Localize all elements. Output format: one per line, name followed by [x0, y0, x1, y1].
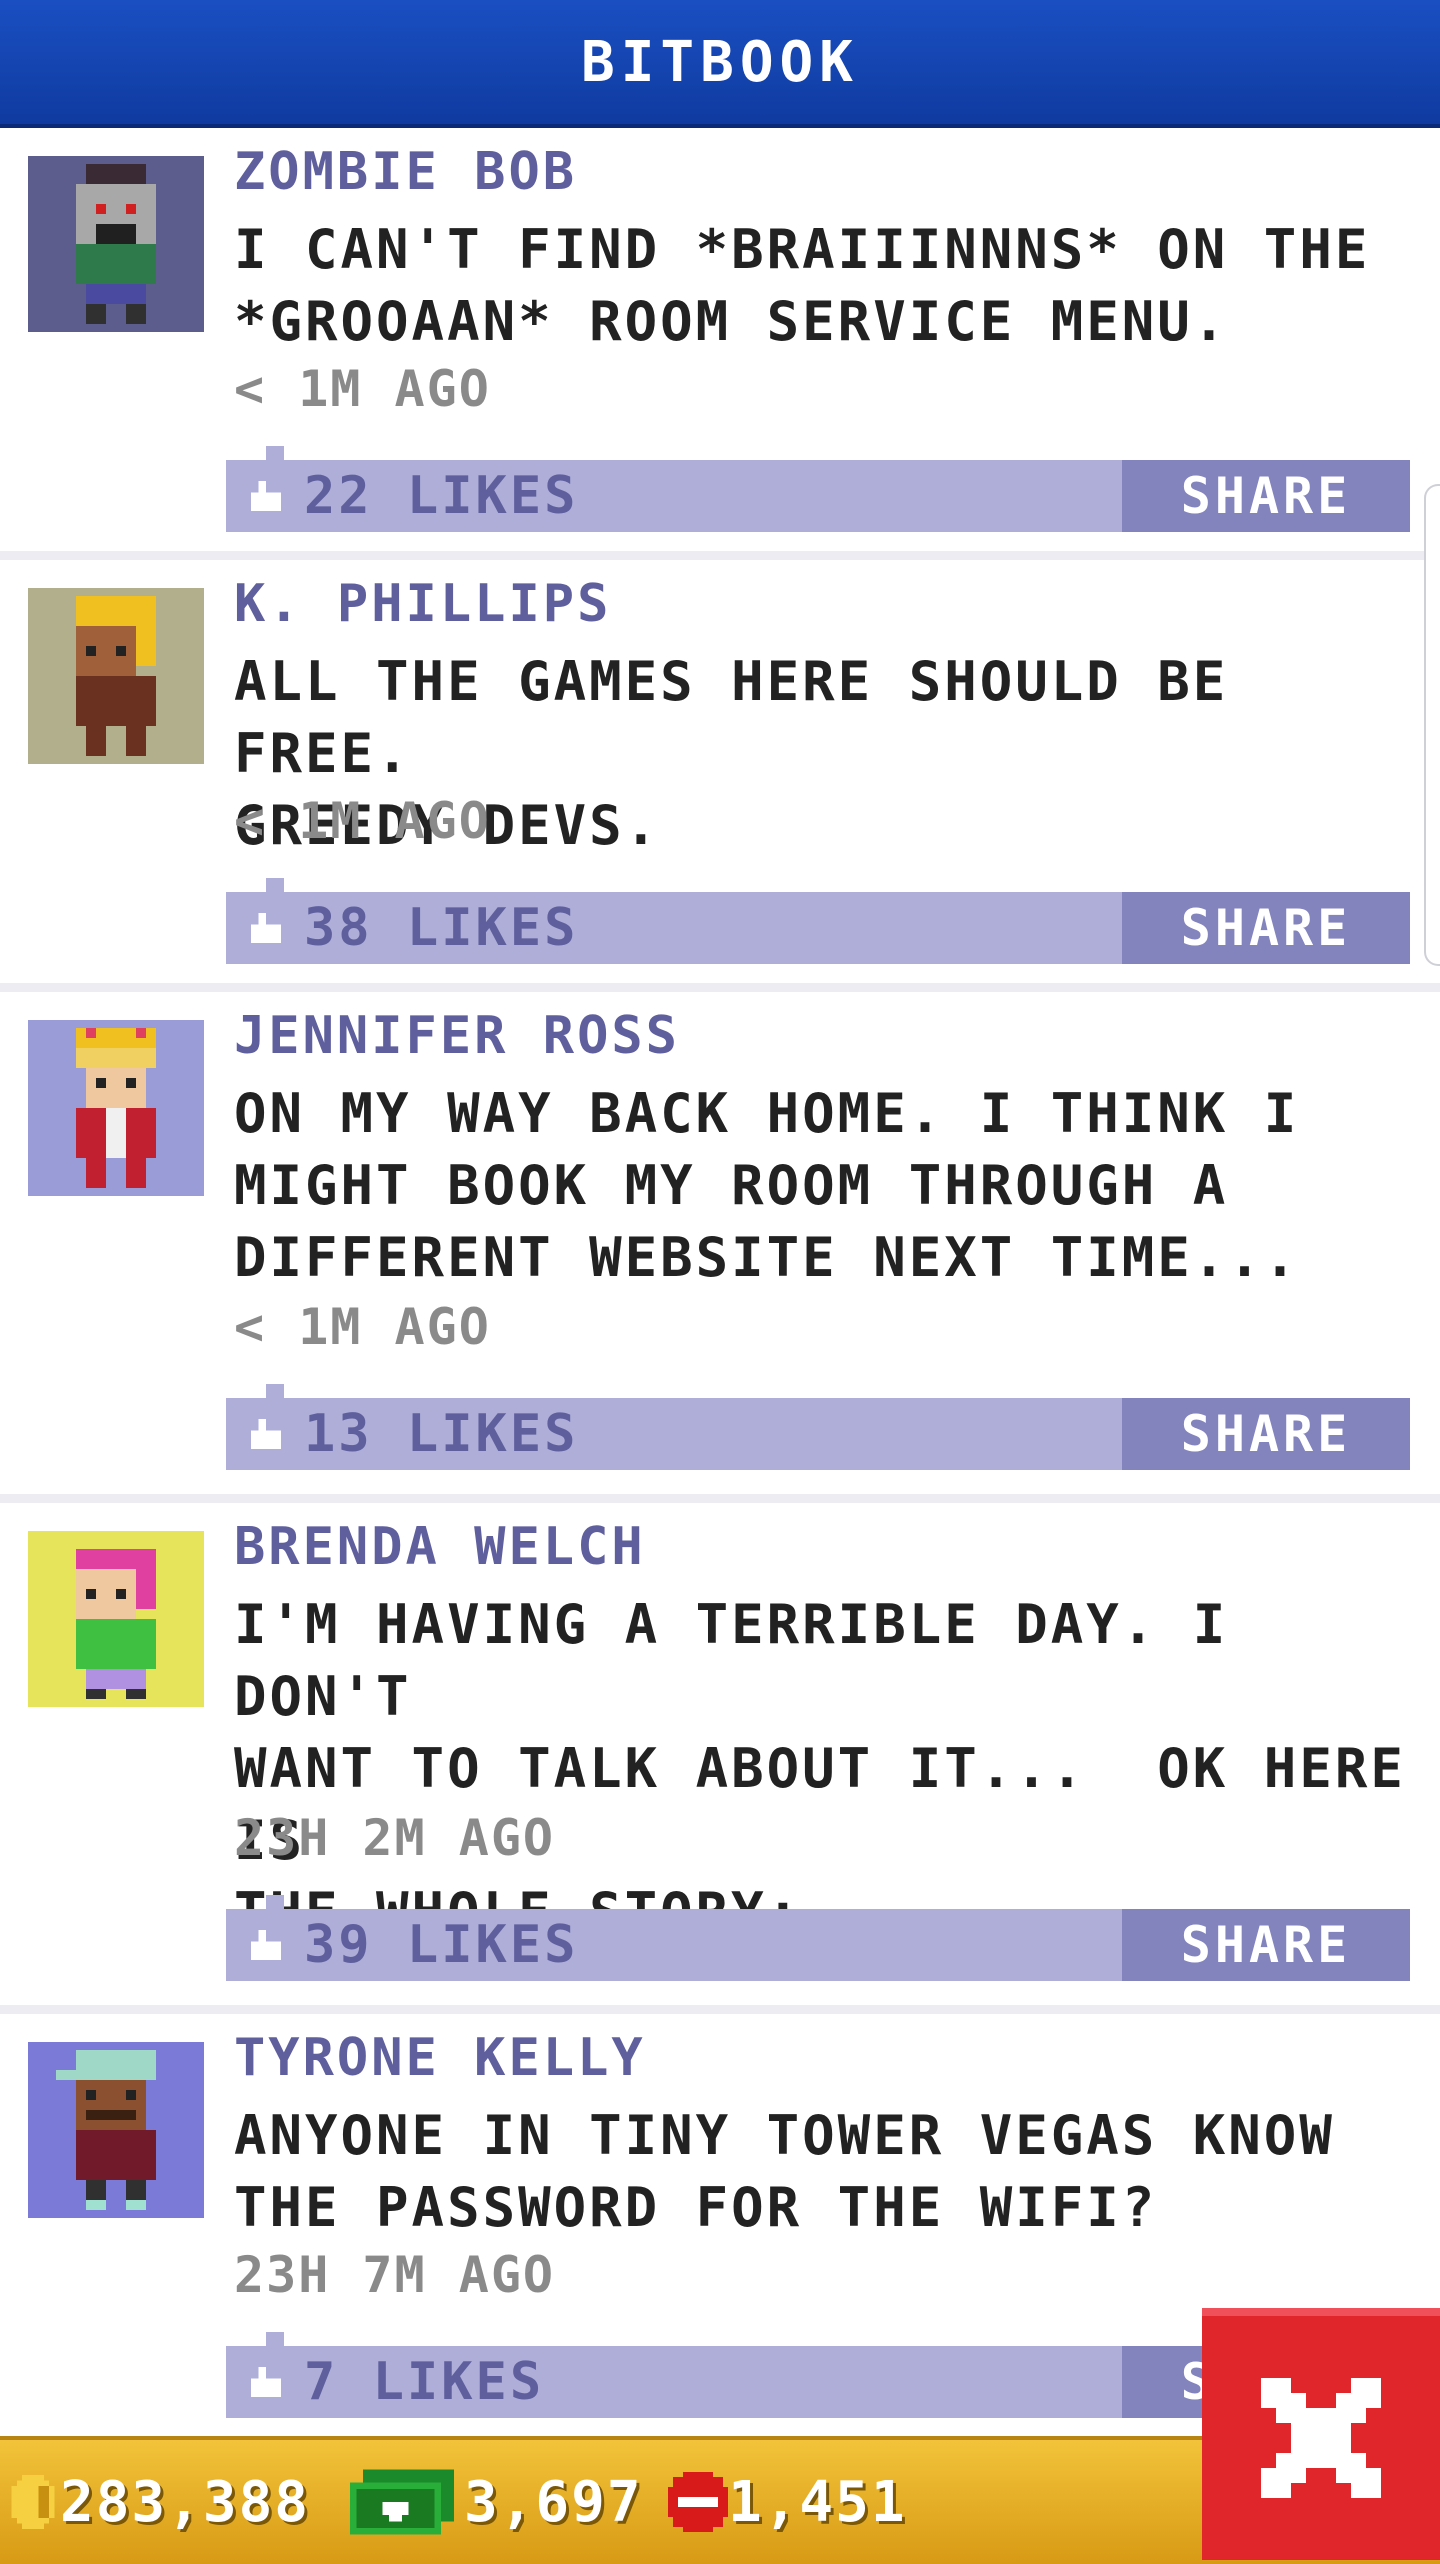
app-title: BITBOOK: [580, 29, 859, 95]
avatar-tyrone-kelly[interactable]: [28, 2042, 204, 2218]
avatar-jennifer-ross[interactable]: [28, 1020, 204, 1196]
thumbs-up-icon[interactable]: [244, 1929, 288, 1965]
coins-stat: 283,388: [6, 2462, 310, 2542]
like-bar: 38 LIKES SHARE: [226, 878, 1410, 964]
post-author[interactable]: BRENDA WELCH: [234, 1517, 646, 1577]
zombie-avatar-icon: [76, 164, 156, 324]
avatar-brenda-welch[interactable]: [28, 1531, 204, 1707]
thumbs-up-icon[interactable]: [244, 1418, 288, 1454]
post-text: I'M HAVING A TERRIBLE DAY. I DON'T WANT …: [234, 1593, 1406, 1944]
post-author[interactable]: ZOMBIE BOB: [234, 142, 577, 202]
post-time: 23H 7M AGO: [234, 2246, 556, 2304]
tickets-value: 1,451: [728, 2469, 907, 2535]
share-button[interactable]: SHARE: [1122, 892, 1410, 964]
thumbs-up-icon[interactable]: [244, 480, 288, 516]
likes-count: 39 LIKES: [304, 1915, 579, 1975]
bux-stat: 3,697: [350, 2462, 643, 2542]
share-button[interactable]: SHARE: [1122, 460, 1410, 532]
post-card: BRENDA WELCH I'M HAVING A TERRIBLE DAY. …: [0, 1503, 1440, 2014]
app-header: BITBOOK: [0, 0, 1440, 128]
post-text: ANYONE IN TINY TOWER VEGAS KNOW THE PASS…: [234, 2104, 1335, 2239]
post-text: ON MY WAY BACK HOME. I THINK I MIGHT BOO…: [234, 1082, 1300, 1289]
like-bar: 39 LIKES SHARE: [226, 1895, 1410, 1981]
avatar-zombie-bob[interactable]: [28, 156, 204, 332]
person-avatar-icon: [76, 596, 156, 756]
post-author[interactable]: K. PHILLIPS: [234, 574, 611, 634]
post-card: JENNIFER ROSS ON MY WAY BACK HOME. I THI…: [0, 992, 1440, 1503]
post-time: < 1M AGO: [234, 792, 491, 850]
like-bar: 22 LIKES SHARE: [226, 446, 1410, 532]
bux-banknote-icon: [350, 2469, 454, 2535]
likes-count: 7 LIKES: [304, 2352, 545, 2412]
likes-count: 13 LIKES: [304, 1404, 579, 1464]
thumbs-up-icon[interactable]: [244, 2366, 288, 2402]
likes-count: 22 LIKES: [304, 466, 579, 526]
share-button[interactable]: SHARE: [1122, 1398, 1410, 1470]
post-time: < 1M AGO: [234, 1298, 491, 1356]
likes-count: 38 LIKES: [304, 898, 579, 958]
post-time: 23H 2M AGO: [234, 1809, 556, 1867]
person-avatar-icon: [76, 1549, 156, 1699]
close-icon: [1261, 2378, 1381, 2498]
tickets-stat: 1,451: [668, 2462, 907, 2542]
post-card: ZOMBIE BOB I CAN'T FIND *BRAIIINNNS* ON …: [0, 128, 1440, 560]
avatar-k-phillips[interactable]: [28, 588, 204, 764]
share-button[interactable]: SHARE: [1122, 1909, 1410, 1981]
close-button[interactable]: [1202, 2308, 1440, 2560]
bux-value: 3,697: [464, 2469, 643, 2535]
ticket-icon: [668, 2472, 728, 2532]
crowned-person-avatar-icon: [76, 1028, 156, 1188]
post-time: < 1M AGO: [234, 360, 491, 418]
post-card: K. PHILLIPS ALL THE GAMES HERE SHOULD BE…: [0, 560, 1440, 992]
post-text: I CAN'T FIND *BRAIIINNNS* ON THE *GROOAA…: [234, 218, 1371, 353]
post-author[interactable]: TYRONE KELLY: [234, 2028, 646, 2088]
thumbs-up-icon[interactable]: [244, 912, 288, 948]
like-bar: 13 LIKES SHARE: [226, 1384, 1410, 1470]
feed[interactable]: ZOMBIE BOB I CAN'T FIND *BRAIIINNNS* ON …: [0, 128, 1440, 2446]
scrollbar[interactable]: [1424, 484, 1440, 966]
coin-icon: [11, 2475, 55, 2529]
coins-value: 283,388: [60, 2469, 311, 2535]
post-author[interactable]: JENNIFER ROSS: [234, 1006, 680, 1066]
person-with-cap-avatar-icon: [56, 2050, 156, 2210]
